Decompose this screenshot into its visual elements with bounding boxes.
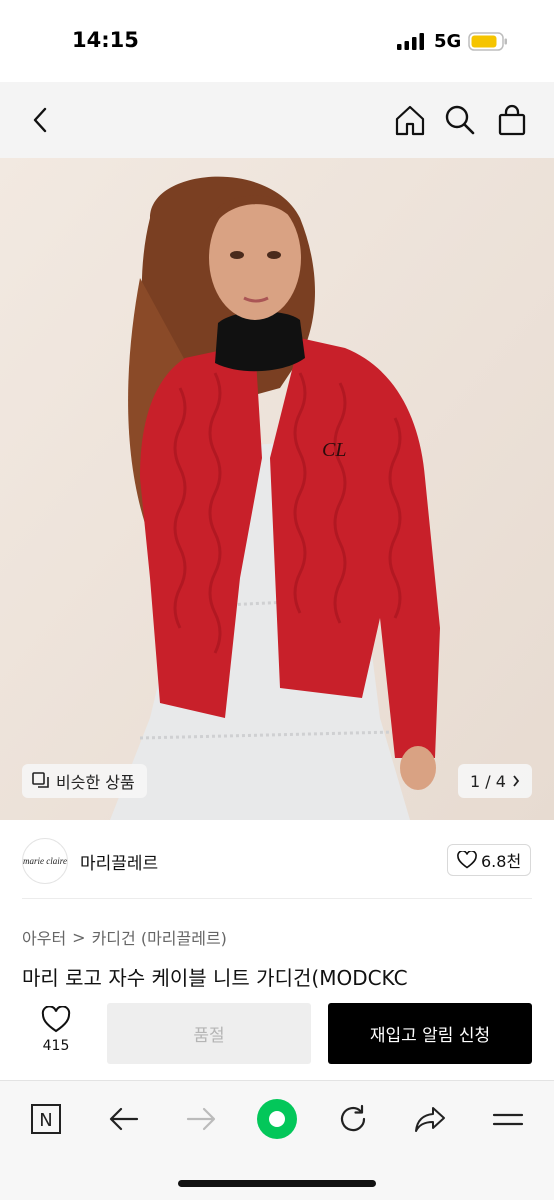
similar-icon bbox=[32, 772, 49, 788]
brand-row[interactable]: marie claire 마리끌레르 6.8천 bbox=[0, 822, 554, 898]
restock-alert-button[interactable]: 재입고 알림 신청 bbox=[328, 1003, 532, 1064]
svg-text:CL: CL bbox=[322, 439, 346, 461]
heart-icon bbox=[41, 1006, 71, 1033]
reload-icon[interactable] bbox=[329, 1097, 377, 1141]
image-pager-text: 1 / 4 bbox=[470, 771, 506, 791]
breadcrumb-outer[interactable]: 아우터 bbox=[22, 925, 66, 949]
divider bbox=[22, 898, 532, 899]
brand-logo[interactable]: marie claire bbox=[22, 838, 68, 884]
product-image[interactable]: CL bbox=[0, 158, 554, 820]
search-icon[interactable] bbox=[442, 102, 478, 138]
brand-name[interactable]: 마리끌레르 bbox=[80, 849, 158, 874]
chevron-right-icon bbox=[513, 775, 520, 787]
naver-n-text: N bbox=[39, 1110, 52, 1131]
product-photo: CL bbox=[0, 158, 554, 820]
battery-icon bbox=[468, 32, 507, 51]
breadcrumb-separator: > bbox=[72, 927, 86, 947]
similar-products-label: 비슷한 상품 bbox=[56, 773, 135, 792]
back-arrow-icon[interactable] bbox=[100, 1097, 148, 1141]
status-time: 14:15 bbox=[72, 28, 139, 52]
wishlist-count: 415 bbox=[42, 1038, 70, 1054]
status-bar: 14:15 5G bbox=[0, 0, 554, 82]
brand-like-button[interactable]: 6.8천 bbox=[447, 844, 532, 876]
heart-icon bbox=[457, 851, 477, 869]
home-icon[interactable] bbox=[392, 102, 428, 138]
naver-n-icon[interactable]: N bbox=[22, 1097, 70, 1141]
menu-icon[interactable] bbox=[484, 1097, 532, 1141]
image-pager[interactable]: 1 / 4 bbox=[458, 764, 532, 798]
breadcrumb: 아우터 > 카디건 (마리끌레르) bbox=[22, 925, 227, 949]
signal-icon bbox=[397, 33, 424, 50]
brand-logo-text: marie claire bbox=[23, 856, 67, 866]
similar-products-button[interactable]: 비슷한 상품 bbox=[22, 764, 147, 798]
nav-bar bbox=[0, 82, 554, 158]
brand-like-count: 6.8천 bbox=[481, 852, 522, 871]
home-indicator bbox=[178, 1180, 376, 1187]
forward-arrow-icon bbox=[177, 1097, 225, 1141]
breadcrumb-cardigan[interactable]: 카디건 (마리끌레르) bbox=[92, 925, 227, 949]
back-chevron-icon[interactable] bbox=[22, 102, 58, 138]
soldout-button: 품절 bbox=[107, 1003, 311, 1064]
shopping-bag-icon[interactable] bbox=[494, 102, 530, 138]
share-icon[interactable] bbox=[406, 1097, 454, 1141]
wishlist-button[interactable]: 415 bbox=[28, 1006, 84, 1054]
product-title: 마리 로고 자수 케이블 니트 가디건(MODCKC bbox=[22, 966, 408, 990]
green-dot-icon[interactable] bbox=[253, 1097, 301, 1141]
purchase-action-bar: 415 품절 재입고 알림 신청 bbox=[0, 1000, 554, 1080]
network-label: 5G bbox=[434, 31, 462, 52]
